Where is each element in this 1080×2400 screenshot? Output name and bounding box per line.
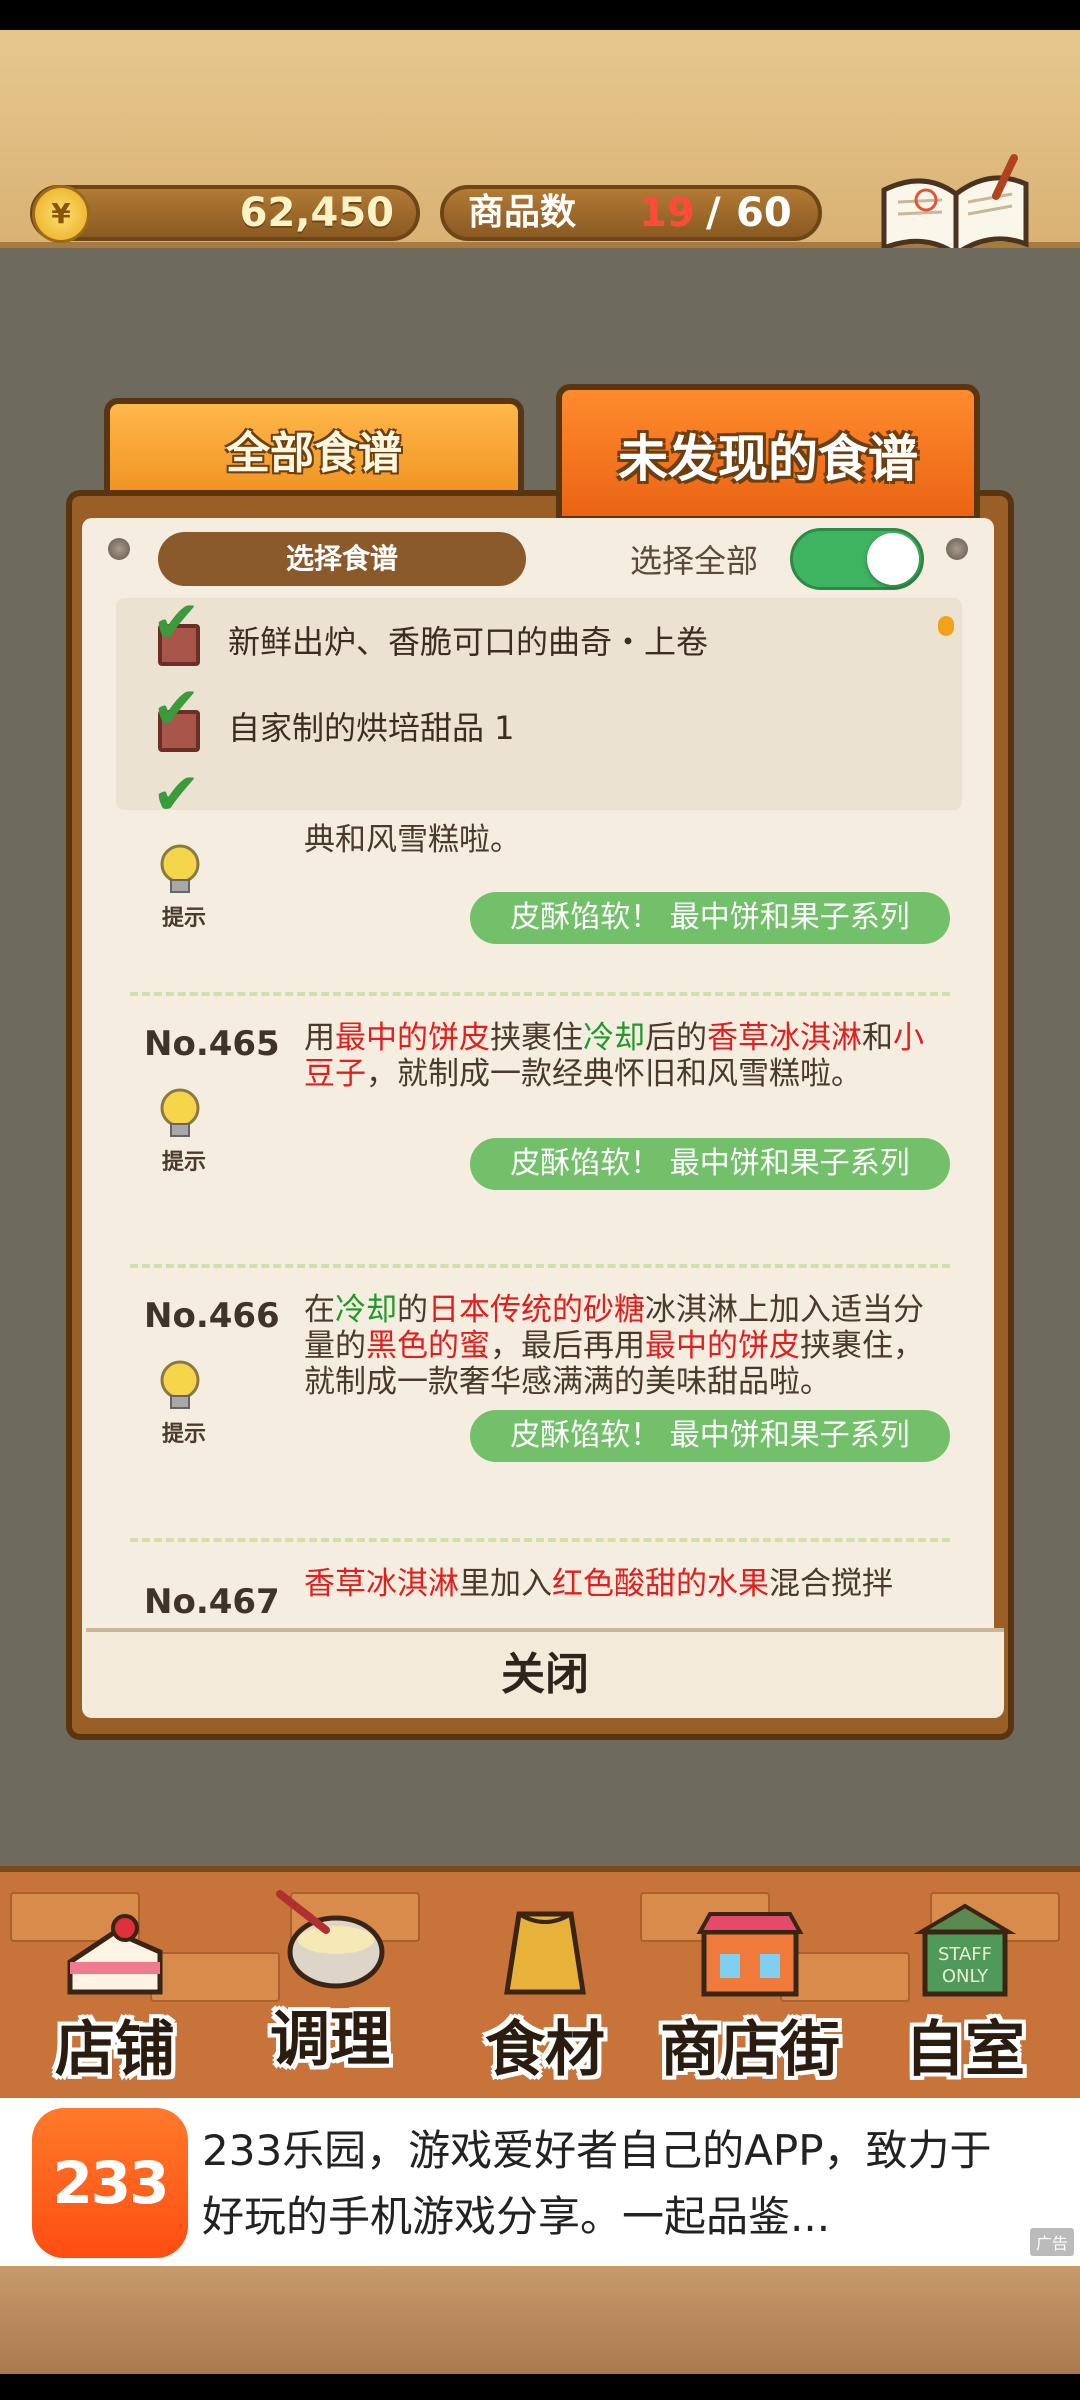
ad-text[interactable]: 233乐园，游戏爱好者自己的APP，致力于好玩的手机游戏分享。一起品鉴... [202, 2118, 1002, 2250]
description-segment: 冷却 [335, 1292, 397, 1328]
lightbulb-icon[interactable] [154, 842, 206, 896]
description-segment: ，就制成一款经典怀旧和风雪糕啦。 [366, 1056, 862, 1092]
series-button[interactable]: 皮酥馅软！ 最中饼和果子系列 [470, 1410, 950, 1462]
recipe-description: 在冷却的日本传统的砂糖冰淇淋上加入适当分量的黑色的蜜，最后再用最中的饼皮挟裹住，… [304, 1292, 944, 1400]
coin-icon: ¥ [32, 185, 90, 243]
series-button[interactable]: 皮酥馅软！ 最中饼和果子系列 [470, 1138, 950, 1190]
divider [130, 1264, 950, 1268]
coin-counter: ¥ 62,450 [30, 185, 420, 243]
scroll-indicator[interactable] [938, 616, 954, 636]
svg-text:STAFF: STAFF [938, 1944, 992, 1965]
nav-label: 自室 [905, 2015, 1025, 2085]
recipe-description: 典和风雪糕啦。 [304, 822, 944, 858]
tab-undiscovered-recipes[interactable]: 未发现的食谱 [556, 384, 980, 522]
description-segment: 混合搅拌 [769, 1566, 893, 1602]
description-segment: 后的 [645, 1020, 707, 1056]
floor-background [0, 2266, 1080, 2374]
recipe-description: 香草冰淇淋里加入红色酸甜的水果混合搅拌 [304, 1566, 944, 1602]
description-segment: 冷却 [583, 1020, 645, 1056]
description-segment: 挟裹住 [490, 1020, 583, 1056]
hint-label: 提示 [162, 1150, 207, 1175]
items-count: 19 [639, 190, 695, 236]
book-label: 自家制的烘培甜品 1 [228, 709, 515, 747]
description-segment: 典和风雪糕啦。 [304, 822, 521, 858]
list-item[interactable]: ✔ [116, 764, 962, 810]
list-item[interactable]: ✔ 新鲜出炉、香脆可口的曲奇・上卷 [116, 598, 962, 684]
recipe-number: No.465 [144, 1024, 280, 1064]
ad-tag: 广告 [1029, 2228, 1074, 2256]
divider [130, 1538, 950, 1542]
toggle-knob [867, 533, 919, 585]
whisk-bowl-icon [276, 1890, 385, 1989]
nav-shop[interactable]: 店铺 [30, 1872, 200, 2098]
divider [130, 992, 950, 996]
nav-shopping-street[interactable]: 商店街 [640, 1872, 860, 2098]
select-recipe-label: 选择食谱 [158, 532, 526, 586]
lightbulb-icon[interactable] [154, 1358, 206, 1412]
list-item[interactable]: ✔ 自家制的烘培甜品 1 [116, 678, 962, 770]
description-segment: 红色酸甜的水果 [552, 1566, 769, 1602]
description-segment: 香草冰淇淋 [707, 1020, 862, 1056]
flour-bag-icon [504, 1911, 586, 1995]
book-label: 新鲜出炉、香脆可口的曲奇・上卷 [228, 623, 709, 661]
items-total: 60 [736, 190, 792, 236]
description-segment: 日本传统的砂糖 [428, 1292, 645, 1328]
svg-text:ONLY: ONLY [942, 1966, 989, 1987]
items-label: 商品数 [468, 192, 577, 233]
description-segment: ，最后再用 [490, 1328, 645, 1364]
lightbulb-icon[interactable] [154, 1086, 206, 1140]
description-segment: 黑色的蜜 [366, 1328, 490, 1364]
recipe-entry: No.466 提示 在冷却的日本传统的砂糖冰淇淋上加入适当分量的黑色的蜜，最后再… [120, 1292, 960, 1568]
close-button[interactable]: 关闭 [86, 1632, 1004, 1718]
items-separator: / [706, 190, 721, 236]
items-counter: 商品数 19 / 60 [440, 185, 822, 241]
system-nav-bar [0, 2374, 1080, 2400]
recipe-entry: No.465 提示 用最中的饼皮挟裹住冷却后的香草冰淇淋和小豆子，就制成一款经典… [120, 1020, 960, 1296]
description-segment: 在 [304, 1292, 335, 1328]
description-segment: 最中的饼皮 [335, 1020, 490, 1056]
recipe-description: 用最中的饼皮挟裹住冷却后的香草冰淇淋和小豆子，就制成一款经典怀旧和风雪糕啦。 [304, 1020, 944, 1092]
bottom-nav: 店铺 调理 食材 商店街 STAFF ONLY 自室 [0, 1866, 1080, 2098]
nail-icon [108, 538, 130, 560]
select-all-label: 选择全部 [630, 542, 759, 580]
description-segment: 和 [862, 1020, 893, 1056]
checkmark-icon: ✔ [152, 760, 201, 810]
nav-label: 调理 [270, 2005, 390, 2075]
coin-value: 62,450 [239, 190, 394, 236]
description-segment: 里加入 [459, 1566, 552, 1602]
recipe-entry: No.467 香草冰淇淋里加入红色酸甜的水果混合搅拌 [120, 1566, 960, 1630]
shop-icon [696, 1912, 804, 1997]
cake-icon [67, 1914, 163, 1995]
description-segment: 的 [397, 1292, 428, 1328]
series-button[interactable]: 皮酥馅软！ 最中饼和果子系列 [470, 892, 950, 944]
nav-label: 店铺 [55, 2015, 175, 2085]
description-segment: 最中的饼皮 [645, 1328, 800, 1364]
description-segment: 香草冰淇淋 [304, 1566, 459, 1602]
ad-app-logo[interactable]: 233 [32, 2108, 188, 2258]
ad-banner[interactable]: 233 233乐园，游戏爱好者自己的APP，致力于好玩的手机游戏分享。一起品鉴.… [0, 2098, 1080, 2266]
select-all-toggle[interactable] [790, 528, 924, 590]
nav-private-room[interactable]: STAFF ONLY 自室 [880, 1872, 1050, 2098]
nav-ingredients[interactable]: 食材 [460, 1872, 630, 2098]
nav-label: 商店街 [660, 2015, 840, 2085]
close-bar: 关闭 [86, 1628, 1004, 1718]
nail-icon [946, 538, 968, 560]
description-segment: 用 [304, 1020, 335, 1056]
hint-label: 提示 [162, 906, 207, 931]
recipe-number: No.466 [144, 1296, 280, 1336]
checkmark-icon: ✔ [152, 674, 201, 742]
hint-label: 提示 [162, 1422, 207, 1447]
status-bar [0, 0, 1080, 30]
checkmark-icon: ✔ [152, 598, 201, 656]
nav-cooking[interactable]: 调理 [240, 1862, 420, 2088]
recipe-list[interactable]: 提示 典和风雪糕啦。 皮酥馅软！ 最中饼和果子系列 No.465 提示 用最中的… [120, 812, 960, 1630]
recipe-number: No.467 [144, 1582, 280, 1622]
staff-only-door-icon: STAFF ONLY [913, 1903, 1017, 1997]
recipe-book-list[interactable]: ✔ 新鲜出炉、香脆可口的曲奇・上卷 ✔ 自家制的烘培甜品 1 ✔ [116, 598, 962, 810]
nav-label: 食材 [485, 2015, 605, 2085]
